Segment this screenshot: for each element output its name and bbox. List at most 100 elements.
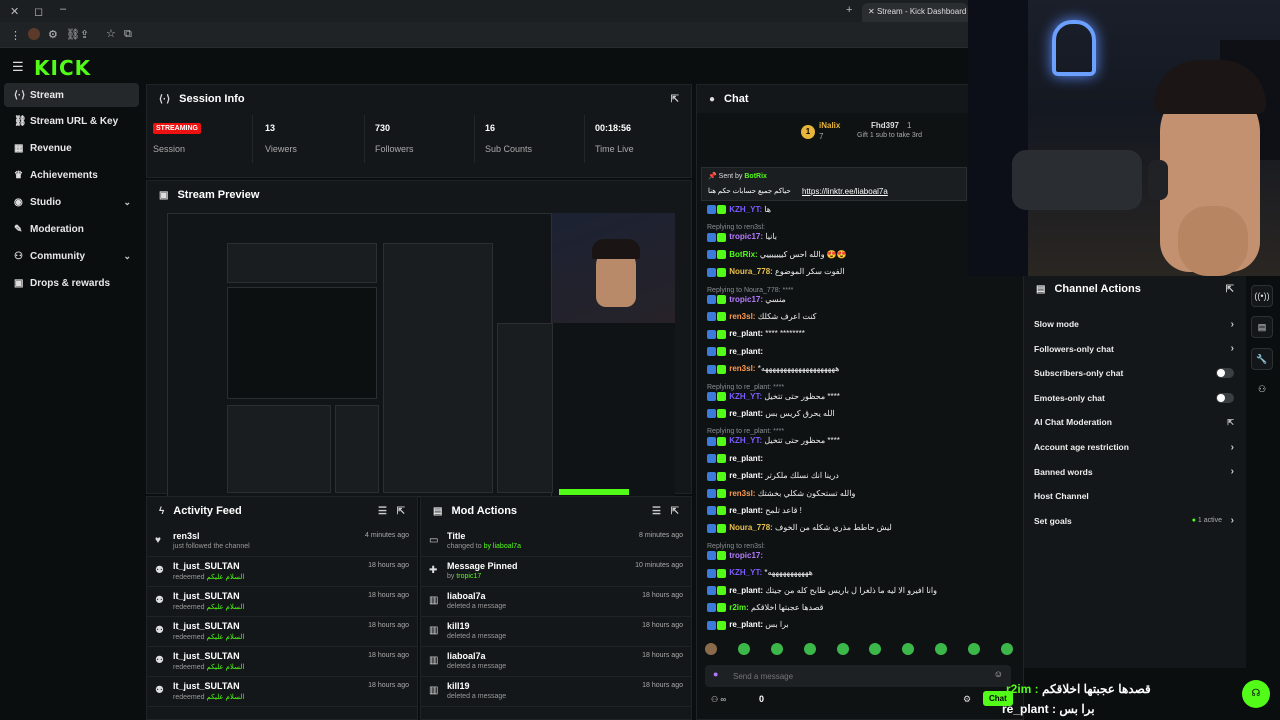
toggle-switch[interactable]	[1216, 392, 1234, 403]
popout-icon[interactable]: ⇱	[671, 94, 679, 105]
minimize-window-icon[interactable]: –	[60, 3, 66, 15]
chat-input-box[interactable]: ● ☺	[705, 665, 1011, 687]
extension-icon[interactable]: ⚙	[48, 28, 58, 41]
chevron-down-icon[interactable]: ⌄	[123, 197, 131, 208]
bookmark-star-icon[interactable]: ☆	[106, 27, 116, 40]
chat-username[interactable]: tropic17:	[729, 295, 763, 304]
chat-message[interactable]: KZH_YT: ها	[707, 205, 771, 215]
profile-avatar[interactable]	[28, 28, 40, 40]
channel-action-subscribers-only-chat[interactable]: Subscribers-only chat	[1034, 362, 1234, 384]
chat-message[interactable]: KZH_YT: محظور حتى تتخيل ****	[707, 436, 840, 446]
emote-icon[interactable]	[1000, 643, 1013, 655]
external-link-icon[interactable]: ⇱	[1227, 418, 1234, 427]
chat-message[interactable]: re_plant: الله يحرق كريس بس	[707, 409, 835, 419]
chat-message[interactable]: re_plant: قاعد تلمح !	[707, 506, 802, 516]
sidebar-item-moderation[interactable]: ✎ Moderation	[4, 218, 139, 242]
channel-action-slow-mode[interactable]: Slow mode ›	[1034, 313, 1234, 335]
chevron-down-icon[interactable]: ⌄	[123, 251, 131, 262]
chat-username[interactable]: re_plant:	[729, 620, 763, 629]
channel-action-banned-words[interactable]: Banned words ›	[1034, 461, 1234, 483]
channel-action-followers-only-chat[interactable]: Followers-only chat ›	[1034, 338, 1234, 360]
toggle-switch[interactable]	[1216, 368, 1234, 379]
chat-message[interactable]: re_plant: وانا افيرو الا ليه ما ذلغرا ل …	[707, 586, 937, 595]
sidebar-item-drops-rewards[interactable]: ▣ Drops & rewards	[4, 271, 139, 295]
sidebar-item-revenue[interactable]: ▦ Revenue	[4, 137, 139, 161]
row-name[interactable]: kill19	[447, 621, 470, 631]
filter-icon[interactable]: ☰	[378, 506, 387, 517]
chat-username[interactable]: tropic17:	[729, 551, 763, 560]
row-name[interactable]: Message Pinned	[447, 561, 518, 571]
row-name[interactable]: lt_just_SULTAN	[173, 621, 240, 631]
chat-message[interactable]: re_plant: برا بس	[707, 620, 789, 630]
row-name[interactable]: lt_just_SULTAN	[173, 591, 240, 601]
chat-username[interactable]: re_plant:	[729, 454, 763, 463]
chat-message[interactable]: Noura_778: ليش حاطط مذري شكله من الخوف	[707, 523, 892, 533]
menu-dots-icon[interactable]: ⋮	[10, 29, 21, 42]
row-name[interactable]: lt_just_SULTAN	[173, 561, 240, 571]
emote-icon[interactable]	[836, 643, 849, 655]
chat-username[interactable]: ren3sl:	[729, 364, 755, 373]
chat-username[interactable]: re_plant:	[729, 409, 763, 418]
mic-icon[interactable]: ●	[713, 669, 718, 679]
share-icon[interactable]: ⇪	[80, 28, 89, 41]
chat-username[interactable]: BotRix:	[729, 250, 757, 259]
filter-icon[interactable]: ☰	[652, 506, 661, 517]
chat-username[interactable]: re_plant:	[729, 506, 763, 515]
chat-message[interactable]: KZH_YT: محظور حتى تتخيل ****	[707, 392, 840, 401]
chat-username[interactable]: re_plant:	[729, 471, 763, 480]
hamburger-menu-icon[interactable]: ☰	[12, 59, 24, 75]
channel-action-emotes-only-chat[interactable]: Emotes-only chat	[1034, 387, 1234, 409]
chat-username[interactable]: r2im:	[729, 603, 749, 612]
sidebar-item-stream-url-key[interactable]: ⛓ Stream URL & Key	[4, 110, 139, 134]
chat-username[interactable]: ren3sl:	[729, 312, 755, 321]
pinned-link[interactable]: https://linktr.ee/liaboal7a	[802, 187, 888, 196]
chat-username[interactable]: Noura_778:	[729, 267, 773, 276]
restore-window-icon[interactable]: ◻	[34, 5, 43, 18]
sidebar-item-achievements[interactable]: ♛ Achievements	[4, 164, 139, 188]
channel-action-host-channel[interactable]: Host Channel	[1034, 485, 1234, 507]
chat-username[interactable]: KZH_YT:	[729, 392, 762, 401]
chat-message-input[interactable]	[733, 668, 983, 684]
emote-icon[interactable]	[803, 643, 816, 655]
emote-icon[interactable]	[737, 643, 750, 655]
chat-message[interactable]: ren3sl: *ههههههههههههههههههههه	[707, 364, 839, 374]
emoji-icon[interactable]: ☺	[994, 669, 1003, 679]
chat-users-icon[interactable]: ⚇ ∞	[711, 695, 726, 704]
kick-logo[interactable]: KICK	[34, 56, 91, 80]
chat-message[interactable]: BotRix: والله احس كيييييييي 😍😍	[707, 250, 847, 260]
channel-action-account-age-restriction[interactable]: Account age restriction ›	[1034, 436, 1234, 458]
tab-close-icon[interactable]: ✕	[868, 7, 877, 16]
emote-icon[interactable]	[935, 643, 948, 655]
community-icon[interactable]: ⚇	[1251, 378, 1273, 400]
popout-icon[interactable]: ⇱	[397, 506, 405, 517]
row-name[interactable]: Title	[447, 531, 465, 541]
chat-username[interactable]: re_plant:	[729, 586, 763, 595]
stream-preview-video[interactable]	[167, 213, 675, 497]
browser-tab[interactable]: ✕ Stream - Kick Dashboard	[862, 3, 968, 22]
chat-message[interactable]: r2im: قصدها عجبتها اخلاقكم	[707, 603, 824, 613]
chat-message[interactable]: tropic17: بانيا	[707, 232, 777, 242]
emote-icon[interactable]	[869, 643, 882, 655]
emote-icon[interactable]	[902, 643, 915, 655]
settings-gear-icon[interactable]: ⚙	[963, 694, 971, 705]
chat-username[interactable]: KZH_YT:	[729, 205, 762, 214]
chat-message[interactable]: ren3sl: كنت اعرف شكلك	[707, 312, 816, 322]
broadcast-icon[interactable]: ((•))	[1251, 285, 1273, 307]
help-support-icon[interactable]: ☊	[1242, 680, 1270, 708]
gifter-name-2[interactable]: Fhd397	[871, 121, 899, 130]
gifter-name[interactable]: iNalix	[819, 121, 840, 130]
sidebar-item-community[interactable]: ⚇ Community ⌄	[4, 244, 139, 268]
chat-message[interactable]: tropic17: منسي	[707, 295, 786, 304]
row-name[interactable]: ren3sl	[173, 531, 200, 541]
chat-username[interactable]: Noura_778:	[729, 523, 773, 532]
close-window-icon[interactable]: ✕	[10, 5, 19, 18]
chat-username[interactable]: ren3sl:	[729, 489, 755, 498]
emote-icon[interactable]	[968, 643, 980, 655]
chat-message[interactable]: tropic17:	[707, 551, 763, 561]
row-name[interactable]: lt_just_SULTAN	[173, 681, 240, 691]
chat-message[interactable]: ren3sl: والله تستحكون شكلي بخشتك	[707, 489, 855, 498]
wrench-icon[interactable]: 🔧	[1251, 348, 1273, 370]
chat-message[interactable]: re_plant:	[707, 454, 763, 464]
chat-message[interactable]: re_plant: **** ********	[707, 329, 805, 339]
popout-icon[interactable]: ⇱	[671, 506, 679, 517]
